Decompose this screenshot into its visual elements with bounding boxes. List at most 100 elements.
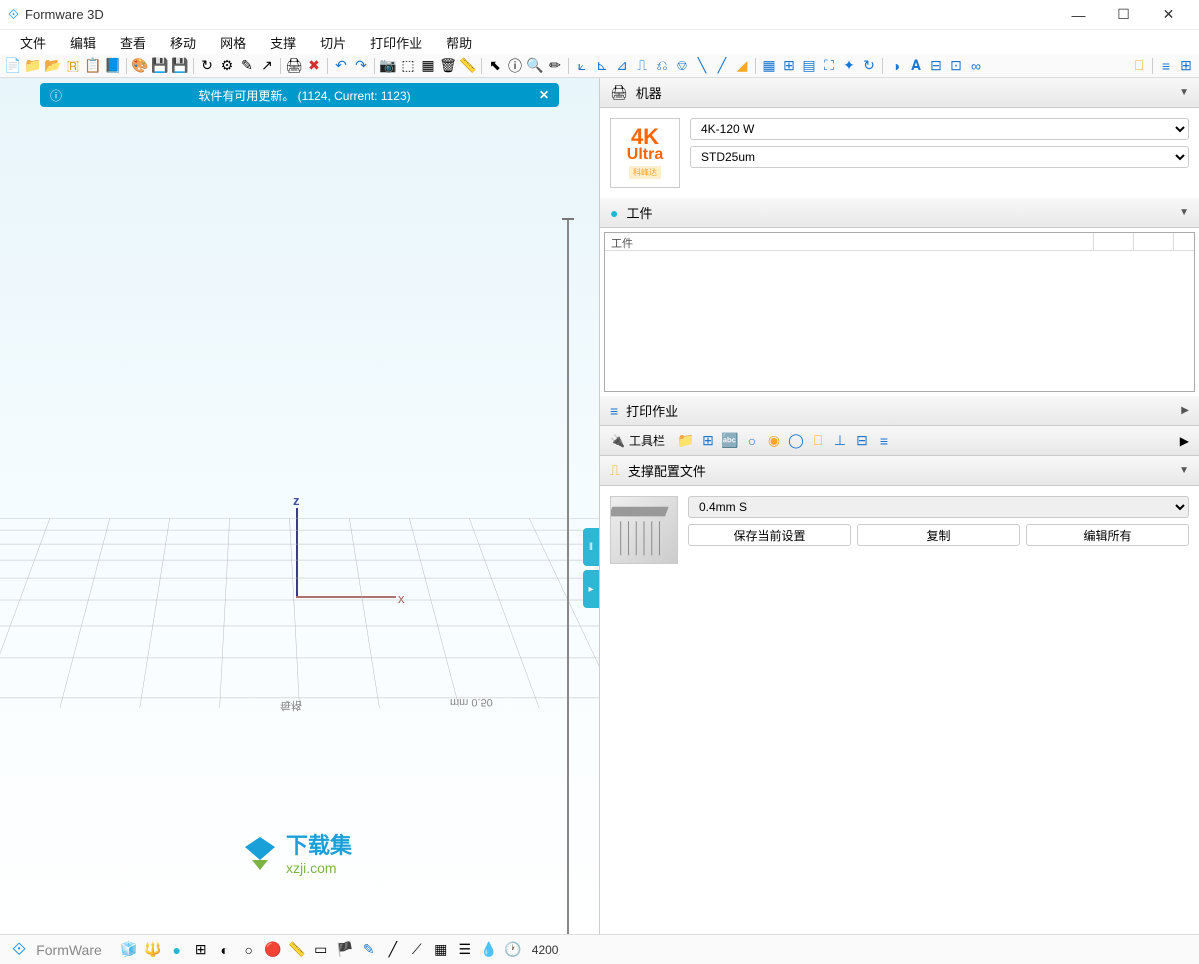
sphere-icon[interactable]: ●	[168, 941, 186, 959]
flag-icon[interactable]: 🏴	[336, 941, 354, 959]
side-tab-2[interactable]: ▸	[583, 570, 599, 608]
ruler-icon[interactable]: 📏	[288, 941, 306, 959]
menu-mesh[interactable]: 网格	[208, 30, 258, 54]
right-tool1-icon[interactable]: ⎕	[1130, 57, 1148, 75]
textA-icon[interactable]: 𝐀	[907, 57, 925, 75]
maximize-button[interactable]: ☐	[1101, 0, 1146, 30]
grid2-icon[interactable]: ⊞	[780, 57, 798, 75]
collapse-icon[interactable]: ▼	[1179, 207, 1189, 218]
grid1-icon[interactable]: ▦	[760, 57, 778, 75]
pencil-icon[interactable]: ✎	[360, 941, 378, 959]
panel-parts-header[interactable]: ● 工件 ▼	[600, 198, 1199, 228]
box-icon[interactable]: ▦	[419, 57, 437, 75]
panel-printjob-header[interactable]: ≡ 打印作业 ▶	[600, 396, 1199, 426]
ball-icon[interactable]: 🔴	[264, 941, 282, 959]
tb-icon-7[interactable]: ⎕	[809, 432, 827, 450]
export-icon[interactable]: ↗	[258, 57, 276, 75]
saveas-icon[interactable]: 💾	[171, 57, 189, 75]
tb-icon-10[interactable]: ≡	[875, 432, 893, 450]
cube-icon[interactable]: 🧊	[120, 941, 138, 959]
tb-icon-3[interactable]: 🔤	[721, 432, 739, 450]
book-icon[interactable]: 📘	[104, 57, 122, 75]
grid2-icon[interactable]: ▦	[432, 941, 450, 959]
tb-icon-1[interactable]: 📁	[677, 432, 695, 450]
support3-icon[interactable]: ⎊	[673, 57, 691, 75]
save-icon[interactable]: 💾	[151, 57, 169, 75]
dot-icon[interactable]: ○	[240, 941, 258, 959]
redo-icon[interactable]: ↷	[352, 57, 370, 75]
tb-icon-6[interactable]: ◯	[787, 432, 805, 450]
expand-icon[interactable]: ▶	[1181, 405, 1189, 416]
side-tab-1[interactable]: ‖	[583, 528, 599, 566]
open-icon[interactable]: 📁	[24, 57, 42, 75]
slash-icon[interactable]: ⟋	[408, 941, 426, 959]
right-tool2-icon[interactable]: ≡	[1157, 57, 1175, 75]
pen-icon[interactable]: ✏	[546, 57, 564, 75]
grid5-icon[interactable]: ✦	[840, 57, 858, 75]
expand-icon[interactable]: ▶	[1180, 434, 1189, 448]
rotate-icon[interactable]: ↻	[860, 57, 878, 75]
mirror-icon[interactable]: ◑	[887, 57, 905, 75]
project-icon[interactable]: 📋	[84, 57, 102, 75]
minimize-button[interactable]: —	[1056, 0, 1101, 30]
tb-icon-2[interactable]: ⊞	[699, 432, 717, 450]
link-icon[interactable]: ∞	[967, 57, 985, 75]
grid3-icon[interactable]: ▤	[800, 57, 818, 75]
menu-slice[interactable]: 切片	[308, 30, 358, 54]
edit-all-button[interactable]: 编辑所有	[1026, 524, 1189, 546]
right-tool3-icon[interactable]: ⊞	[1177, 57, 1195, 75]
close-button[interactable]: ✕	[1146, 0, 1191, 30]
search-icon[interactable]: 🔍	[526, 57, 544, 75]
slider-icon[interactable]: ◐	[216, 941, 234, 959]
support5-icon[interactable]: ╱	[713, 57, 731, 75]
copy-button[interactable]: 复制	[857, 524, 1020, 546]
3d-viewport[interactable]: ⓘ 软件有可用更新。 (1124, Current: 1123) ✕ z x	[0, 78, 599, 934]
select-icon[interactable]: ⬚	[399, 57, 417, 75]
angle3-icon[interactable]: ⊿	[613, 57, 631, 75]
grid4-icon[interactable]: ⛶	[820, 57, 838, 75]
array-icon[interactable]: ⊟	[927, 57, 945, 75]
collapse-icon[interactable]: ▼	[1179, 87, 1189, 98]
recent-icon[interactable]: 🇷	[64, 57, 82, 75]
tb-icon-8[interactable]: ⊥	[831, 432, 849, 450]
new-icon[interactable]: 📄	[4, 57, 22, 75]
support4-icon[interactable]: ╲	[693, 57, 711, 75]
rect-icon[interactable]: ▭	[312, 941, 330, 959]
gear-icon[interactable]: ⚙	[218, 57, 236, 75]
save-settings-button[interactable]: 保存当前设置	[688, 524, 851, 546]
palette-icon[interactable]: 🎨	[131, 57, 149, 75]
support1-icon[interactable]: ⎍	[633, 57, 651, 75]
menu-move[interactable]: 移动	[158, 30, 208, 54]
machine-select[interactable]: 4K-120 W	[690, 118, 1189, 140]
profile-select[interactable]: STD25um	[690, 146, 1189, 168]
refresh-icon[interactable]: ↻	[198, 57, 216, 75]
menu-printjob[interactable]: 打印作业	[358, 30, 434, 54]
support2-icon[interactable]: ⎌	[653, 57, 671, 75]
tb-icon-9[interactable]: ⊟	[853, 432, 871, 450]
line-icon[interactable]: ╱	[384, 941, 402, 959]
panel-machine-header[interactable]: 🖨 机器 ▼	[600, 78, 1199, 108]
info-icon[interactable]: ⓘ	[506, 57, 524, 75]
open-plus-icon[interactable]: 📂	[44, 57, 62, 75]
menu-file[interactable]: 文件	[8, 30, 58, 54]
array2-icon[interactable]: ⊡	[947, 57, 965, 75]
support-profile-select[interactable]: 0.4mm S	[688, 496, 1189, 518]
measure-icon[interactable]: 📏	[459, 57, 477, 75]
print-icon[interactable]: 🖨	[285, 57, 303, 75]
tb-icon-4[interactable]: ○	[743, 432, 761, 450]
layer-slider[interactable]	[567, 218, 569, 934]
undo-icon[interactable]: ↶	[332, 57, 350, 75]
angle2-icon[interactable]: ⊾	[593, 57, 611, 75]
menu-help[interactable]: 帮助	[434, 30, 484, 54]
notification-close-icon[interactable]: ✕	[539, 88, 549, 102]
pointer-icon[interactable]: ⬉	[486, 57, 504, 75]
tb-icon-5[interactable]: ◉	[765, 432, 783, 450]
support6-icon[interactable]: ◢	[733, 57, 751, 75]
clock-icon[interactable]: 🕐	[504, 941, 522, 959]
delete-icon[interactable]: ✖	[305, 57, 323, 75]
panel-support-header[interactable]: ⎍ 支撑配置文件 ▼	[600, 456, 1199, 486]
trash-icon[interactable]: 🗑	[439, 57, 457, 75]
layers-icon[interactable]: ☰	[456, 941, 474, 959]
fork-icon[interactable]: 🔱	[144, 941, 162, 959]
angle1-icon[interactable]: ⟀	[573, 57, 591, 75]
